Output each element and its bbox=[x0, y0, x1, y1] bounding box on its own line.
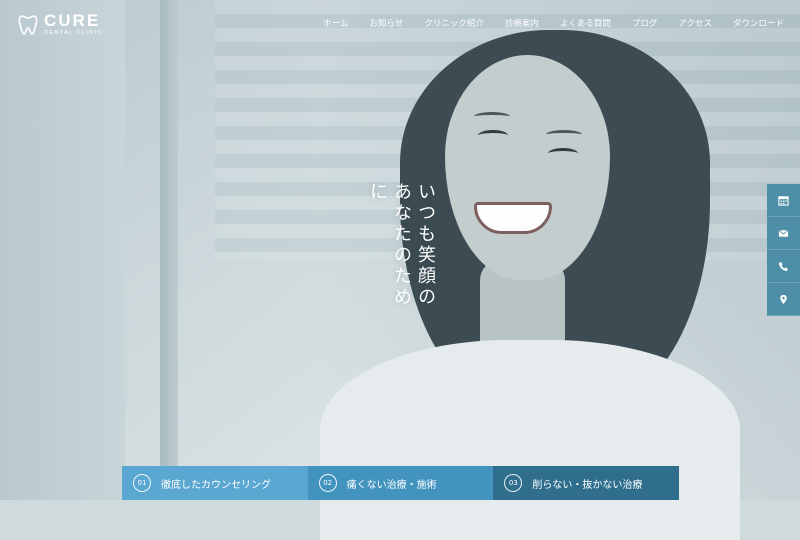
feature-tabs: 01 徹底したカウンセリング 02 痛くない治療・施術 03 削らない・抜かない… bbox=[122, 466, 680, 500]
phone-button[interactable] bbox=[767, 250, 800, 283]
background-pillar bbox=[160, 0, 178, 500]
feature-number: 03 bbox=[504, 474, 523, 492]
hero-photo-brow bbox=[474, 112, 510, 121]
fixed-contact-bar bbox=[767, 184, 800, 316]
feature-number: 01 bbox=[133, 474, 151, 492]
global-nav: ホーム お知らせ クリニック紹介 診療案内 よくある質問 ブログ アクセス ダウ… bbox=[302, 17, 784, 29]
nav-item-home[interactable]: ホーム bbox=[323, 17, 348, 29]
feature-tab-counseling[interactable]: 01 徹底したカウンセリング bbox=[122, 466, 308, 500]
map-pin-icon bbox=[780, 294, 787, 304]
nav-item-access[interactable]: アクセス bbox=[678, 17, 712, 29]
tooth-icon bbox=[18, 14, 38, 35]
feature-label: 削らない・抜かない治療 bbox=[532, 479, 643, 491]
feature-label: 痛くない治療・施術 bbox=[346, 479, 437, 491]
calendar-icon bbox=[778, 195, 789, 206]
hero-photo-eye bbox=[478, 130, 508, 141]
hero-photo-body bbox=[320, 340, 740, 540]
nav-item-blog[interactable]: ブログ bbox=[632, 17, 658, 29]
background-wall bbox=[0, 0, 125, 500]
logo-text: CURE DENTAL CLINIC bbox=[44, 11, 103, 36]
hero-photo-eye bbox=[548, 148, 578, 159]
nav-item-news[interactable]: お知らせ bbox=[370, 17, 404, 29]
logo-name: CURE bbox=[44, 11, 101, 30]
logo-subtitle: DENTAL CLINIC bbox=[44, 30, 103, 36]
catchcopy-line-2: あなたのために bbox=[367, 182, 412, 308]
map-button[interactable] bbox=[767, 283, 800, 316]
hero-photo-face bbox=[445, 55, 610, 280]
nav-item-treatment[interactable]: 診療案内 bbox=[505, 17, 539, 29]
feature-tab-preservation[interactable]: 03 削らない・抜かない治療 bbox=[493, 466, 680, 500]
hero-photo-brow bbox=[546, 130, 582, 139]
site-logo[interactable]: CURE DENTAL CLINIC bbox=[18, 11, 103, 36]
catchcopy-line-1: いつも笑顔の bbox=[415, 182, 436, 308]
nav-item-faq[interactable]: よくある質問 bbox=[560, 17, 611, 29]
hero-catchcopy: いつも笑顔の あなたのために bbox=[365, 182, 437, 317]
nav-item-clinic[interactable]: クリニック紹介 bbox=[424, 17, 484, 29]
feature-tab-painless[interactable]: 02 痛くない治療・施術 bbox=[307, 466, 494, 500]
mail-icon bbox=[778, 229, 789, 237]
feature-number: 02 bbox=[318, 474, 337, 492]
phone-icon bbox=[778, 261, 789, 271]
feature-label: 徹底したカウンセリング bbox=[161, 479, 271, 491]
nav-item-download[interactable]: ダウンロード bbox=[733, 17, 784, 29]
reservation-button[interactable] bbox=[767, 184, 800, 217]
mail-button[interactable] bbox=[767, 217, 800, 250]
